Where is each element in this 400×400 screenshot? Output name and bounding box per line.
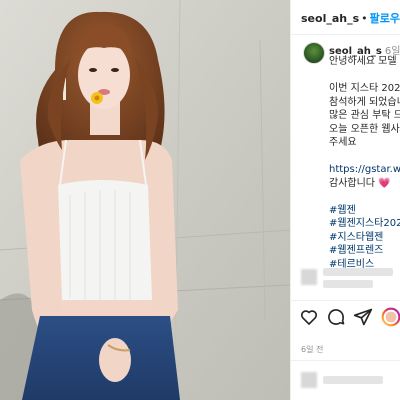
blurred-text bbox=[323, 376, 383, 384]
blurred-comment bbox=[291, 262, 400, 292]
model-photo-illustration bbox=[0, 0, 290, 400]
send-icon[interactable] bbox=[353, 307, 373, 327]
hashtag-link[interactable]: #웹젠프렌즈 bbox=[329, 244, 400, 258]
hashtag-link[interactable]: #웹젠 bbox=[329, 204, 400, 218]
post-date[interactable]: 6일 전 bbox=[301, 344, 323, 355]
blurred-text bbox=[323, 268, 393, 276]
caption-thanks-line: 감사합니다 💗 bbox=[329, 177, 400, 191]
hashtag-link[interactable]: #지스타웹젠 bbox=[329, 231, 400, 245]
caption-line: 안녕하세요 모델 bbox=[329, 56, 397, 67]
header-username[interactable]: seol_ah_s bbox=[301, 12, 359, 25]
action-bar bbox=[291, 305, 400, 329]
instagram-post: seol_ah_s • 팔로우 seol_ah_s 6일 안녕하세요 모델 이번 지스… bbox=[0, 0, 400, 400]
divider bbox=[291, 300, 400, 301]
blurred-text bbox=[323, 280, 373, 288]
caption-line bbox=[329, 69, 400, 83]
avatar[interactable] bbox=[303, 42, 325, 64]
follow-button[interactable]: 팔로우 bbox=[370, 12, 400, 25]
post-photo[interactable] bbox=[0, 0, 290, 400]
caption-line: 이번 지스타 2023 bbox=[329, 83, 400, 94]
caption-line: 주세요 bbox=[329, 137, 357, 148]
header-separator: • bbox=[361, 12, 368, 25]
caption-line: 많은 관심 부탁 드 bbox=[329, 110, 400, 121]
instagram-ring-icon[interactable] bbox=[381, 307, 400, 327]
caption-line: 참석하게 되었습니 bbox=[329, 96, 400, 108]
caption-body: 안녕하세요 모델 이번 지스타 2023 참석하게 되었습니 많은 관심 부탁 … bbox=[329, 55, 400, 271]
hashtag-link[interactable]: #웹젠지스타2023 bbox=[329, 217, 400, 231]
caption-line: 오늘 오픈한 웹사 bbox=[329, 123, 400, 135]
post-side-panel: seol_ah_s • 팔로우 seol_ah_s 6일 안녕하세요 모델 이번 지스… bbox=[290, 0, 400, 400]
caption-thanks: 감사합니다 bbox=[329, 177, 375, 189]
heart-outline-icon[interactable] bbox=[299, 307, 319, 327]
pink-heart-icon: 💗 bbox=[378, 177, 391, 189]
blurred-avatar bbox=[301, 269, 317, 285]
blurred-avatar bbox=[301, 372, 317, 388]
header-user-row: seol_ah_s • 팔로우 bbox=[301, 10, 400, 26]
post-header: seol_ah_s • 팔로우 bbox=[291, 0, 400, 35]
divider bbox=[291, 360, 400, 361]
caption-line bbox=[329, 150, 400, 164]
blurred-comment-input[interactable] bbox=[291, 368, 400, 398]
caption-link[interactable]: https://gstar.web bbox=[329, 163, 400, 177]
comment-icon[interactable] bbox=[326, 307, 346, 327]
